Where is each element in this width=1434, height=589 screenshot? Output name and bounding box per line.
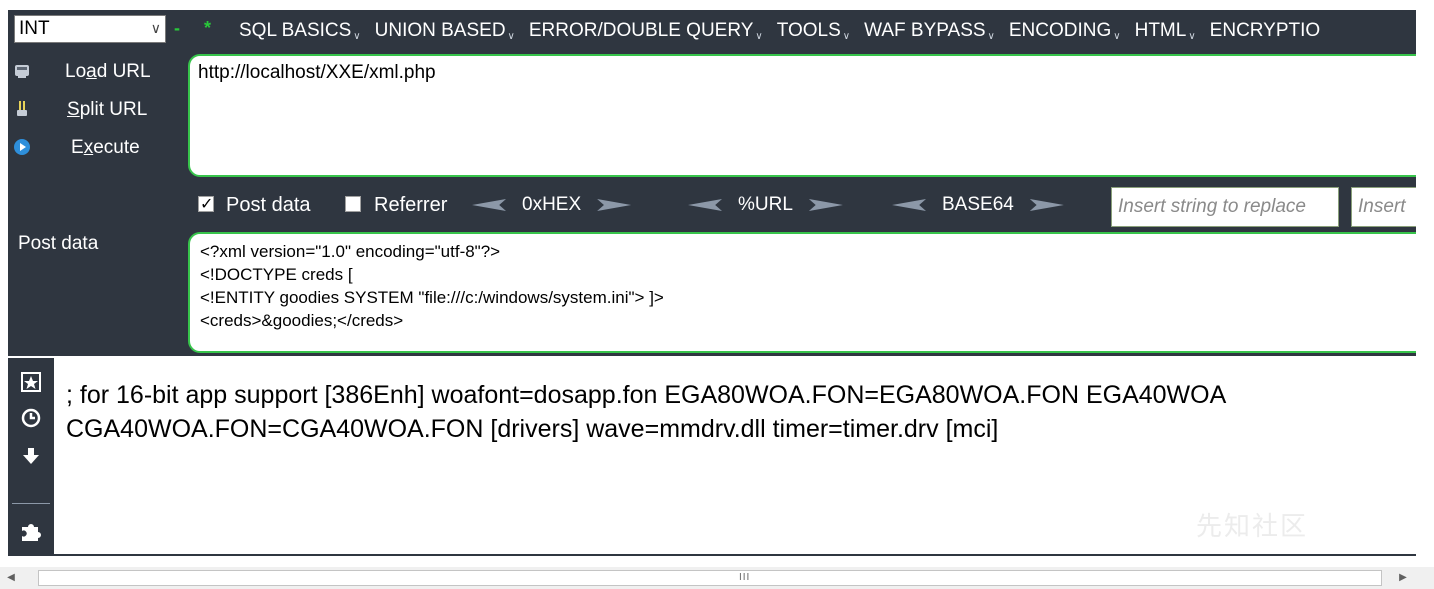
scrollbar-grip: III — [739, 572, 751, 583]
replace-with-input[interactable]: Insert — [1351, 187, 1416, 227]
puzzle-piece-icon[interactable] — [8, 514, 54, 548]
url-input[interactable]: http://localhost/XXE/xml.php — [188, 54, 1416, 177]
split-url-label-key: S — [67, 99, 80, 120]
split-url-label: Split URL — [67, 98, 147, 122]
hex-encoder: 0xHEX — [472, 192, 632, 218]
panel-bottom-border — [8, 554, 1416, 556]
menu-label: SQL BASICS — [239, 20, 352, 41]
chevron-down-icon: ∨ — [150, 20, 161, 36]
post-data-checkbox[interactable] — [198, 194, 214, 214]
menu-label: ERROR/DOUBLE QUERY — [528, 20, 754, 41]
history-clock-icon[interactable] — [8, 400, 54, 434]
hackbar-panel: INT ∨ - * SQL BASICS ∨ UNION BASED ∨ ERROR… — [8, 10, 1416, 356]
split-url-label-post: plit URL — [79, 99, 148, 120]
hex-encode-arrow-icon[interactable] — [597, 199, 632, 211]
menu-html[interactable]: HTML ∨ — [1135, 18, 1196, 50]
asterisk-icon[interactable]: * — [204, 18, 211, 38]
replace-string-placeholder: Insert string to replace — [1118, 196, 1306, 217]
replace-with-placeholder: Insert — [1358, 196, 1406, 217]
post-line: <!ENTITY goodies SYSTEM "file:///c:/wind… — [200, 288, 664, 307]
menu-encryption[interactable]: ENCRYPTIO — [1210, 18, 1321, 50]
caret-down-icon: ∨ — [353, 31, 361, 42]
load-url-button[interactable]: Load URL — [8, 56, 178, 90]
split-url-icon — [12, 100, 32, 120]
type-select[interactable]: INT ∨ — [14, 15, 166, 43]
execute-label-key: x — [83, 137, 94, 158]
url-decode-arrow-icon[interactable] — [688, 199, 722, 211]
menu-label: WAF BYPASS — [864, 20, 986, 41]
post-line: <!DOCTYPE creds [ — [200, 265, 353, 284]
caret-down-icon: ∨ — [1188, 31, 1196, 42]
execute-icon — [12, 138, 32, 158]
load-url-label-key: a — [86, 61, 97, 82]
response-line: ; for 16-bit app support [386Enh] woafon… — [66, 381, 1227, 409]
menu-tools[interactable]: TOOLS ∨ — [777, 18, 850, 50]
watermark: 先知社区 — [1196, 511, 1309, 541]
minus-icon[interactable]: - — [174, 18, 180, 38]
menu-union-based[interactable]: UNION BASED ∨ — [375, 18, 515, 50]
scroll-left-icon[interactable]: ◀ — [2, 569, 20, 587]
hex-decode-arrow-icon[interactable] — [472, 199, 506, 211]
hex-label: 0xHEX — [522, 194, 582, 215]
post-data-label: Post data — [18, 233, 99, 254]
post-line: <?xml version="1.0" encoding="utf-8"?> — [200, 242, 501, 261]
caret-down-icon: ∨ — [755, 31, 763, 42]
post-data-textarea[interactable]: <?xml version="1.0" encoding="utf-8"?> <… — [188, 232, 1416, 353]
url-encode-arrow-icon[interactable] — [808, 199, 843, 211]
menu-encoding[interactable]: ENCODING ∨ — [1009, 18, 1121, 50]
menu-label: UNION BASED — [374, 20, 506, 41]
toolbar-divider — [12, 503, 50, 504]
response-line: CGA40WOA.FON=CGA40WOA.FON [drivers] wave… — [66, 415, 999, 443]
url-encoder: %URL — [688, 192, 843, 218]
execute-label-pre: E — [71, 137, 84, 158]
caret-down-icon: ∨ — [987, 31, 995, 42]
menu-waf-bypass[interactable]: WAF BYPASS ∨ — [864, 18, 995, 50]
base64-decode-arrow-icon[interactable] — [892, 199, 926, 211]
base64-label: BASE64 — [942, 194, 1014, 215]
load-url-label-post: d URL — [96, 61, 151, 82]
menu-items: SQL BASICS ∨ UNION BASED ∨ ERROR/DOUBLE QU… — [239, 18, 1334, 50]
load-url-icon — [12, 62, 32, 82]
base64-encode-arrow-icon[interactable] — [1029, 199, 1064, 211]
type-select-value: INT — [19, 18, 50, 39]
load-url-label-pre: Lo — [65, 61, 87, 82]
menu-label: ENCRYPTIO — [1209, 20, 1321, 41]
execute-button[interactable]: Execute — [8, 132, 178, 166]
options-row: Post data Referrer 0xHEX %URL BASE64 Ins… — [8, 186, 1416, 228]
scroll-right-icon[interactable]: ▶ — [1394, 569, 1412, 587]
post-line: <creds>&goodies;</creds> — [200, 311, 404, 330]
scrollbar-thumb[interactable]: III — [38, 570, 1382, 586]
replace-string-input[interactable]: Insert string to replace — [1111, 187, 1339, 227]
horizontal-scrollbar[interactable]: ◀ III ▶ — [0, 567, 1434, 589]
split-url-button[interactable]: Split URL — [8, 94, 178, 128]
download-arrow-icon[interactable] — [8, 438, 54, 472]
caret-down-icon: ∨ — [1113, 31, 1121, 42]
caret-down-icon: ∨ — [507, 31, 515, 42]
caret-down-icon: ∨ — [842, 31, 851, 42]
base64-encoder: BASE64 — [892, 192, 1064, 218]
menu-label: ENCODING — [1008, 20, 1112, 41]
execute-label-post: ecute — [93, 137, 140, 158]
menu-row: INT ∨ - * SQL BASICS ∨ UNION BASED ∨ ERROR… — [8, 10, 1416, 48]
referrer-checkbox[interactable] — [345, 196, 361, 212]
execute-label: Execute — [71, 136, 140, 160]
menu-label: HTML — [1134, 20, 1187, 41]
url-encode-label: %URL — [738, 194, 793, 215]
post-data-checkbox-label: Post data — [226, 194, 311, 216]
response-output: ; for 16-bit app support [386Enh] woafon… — [66, 378, 1434, 446]
bookmark-star-icon[interactable] — [8, 364, 54, 398]
side-toolbar — [8, 358, 54, 554]
load-url-label: Load URL — [65, 60, 151, 84]
menu-error-double-query[interactable]: ERROR/DOUBLE QUERY ∨ — [529, 18, 763, 50]
referrer-checkbox-label: Referrer — [374, 194, 448, 216]
menu-sql-basics[interactable]: SQL BASICS ∨ — [239, 18, 361, 50]
url-value: http://localhost/XXE/xml.php — [198, 62, 436, 83]
menu-label: TOOLS — [776, 20, 841, 41]
